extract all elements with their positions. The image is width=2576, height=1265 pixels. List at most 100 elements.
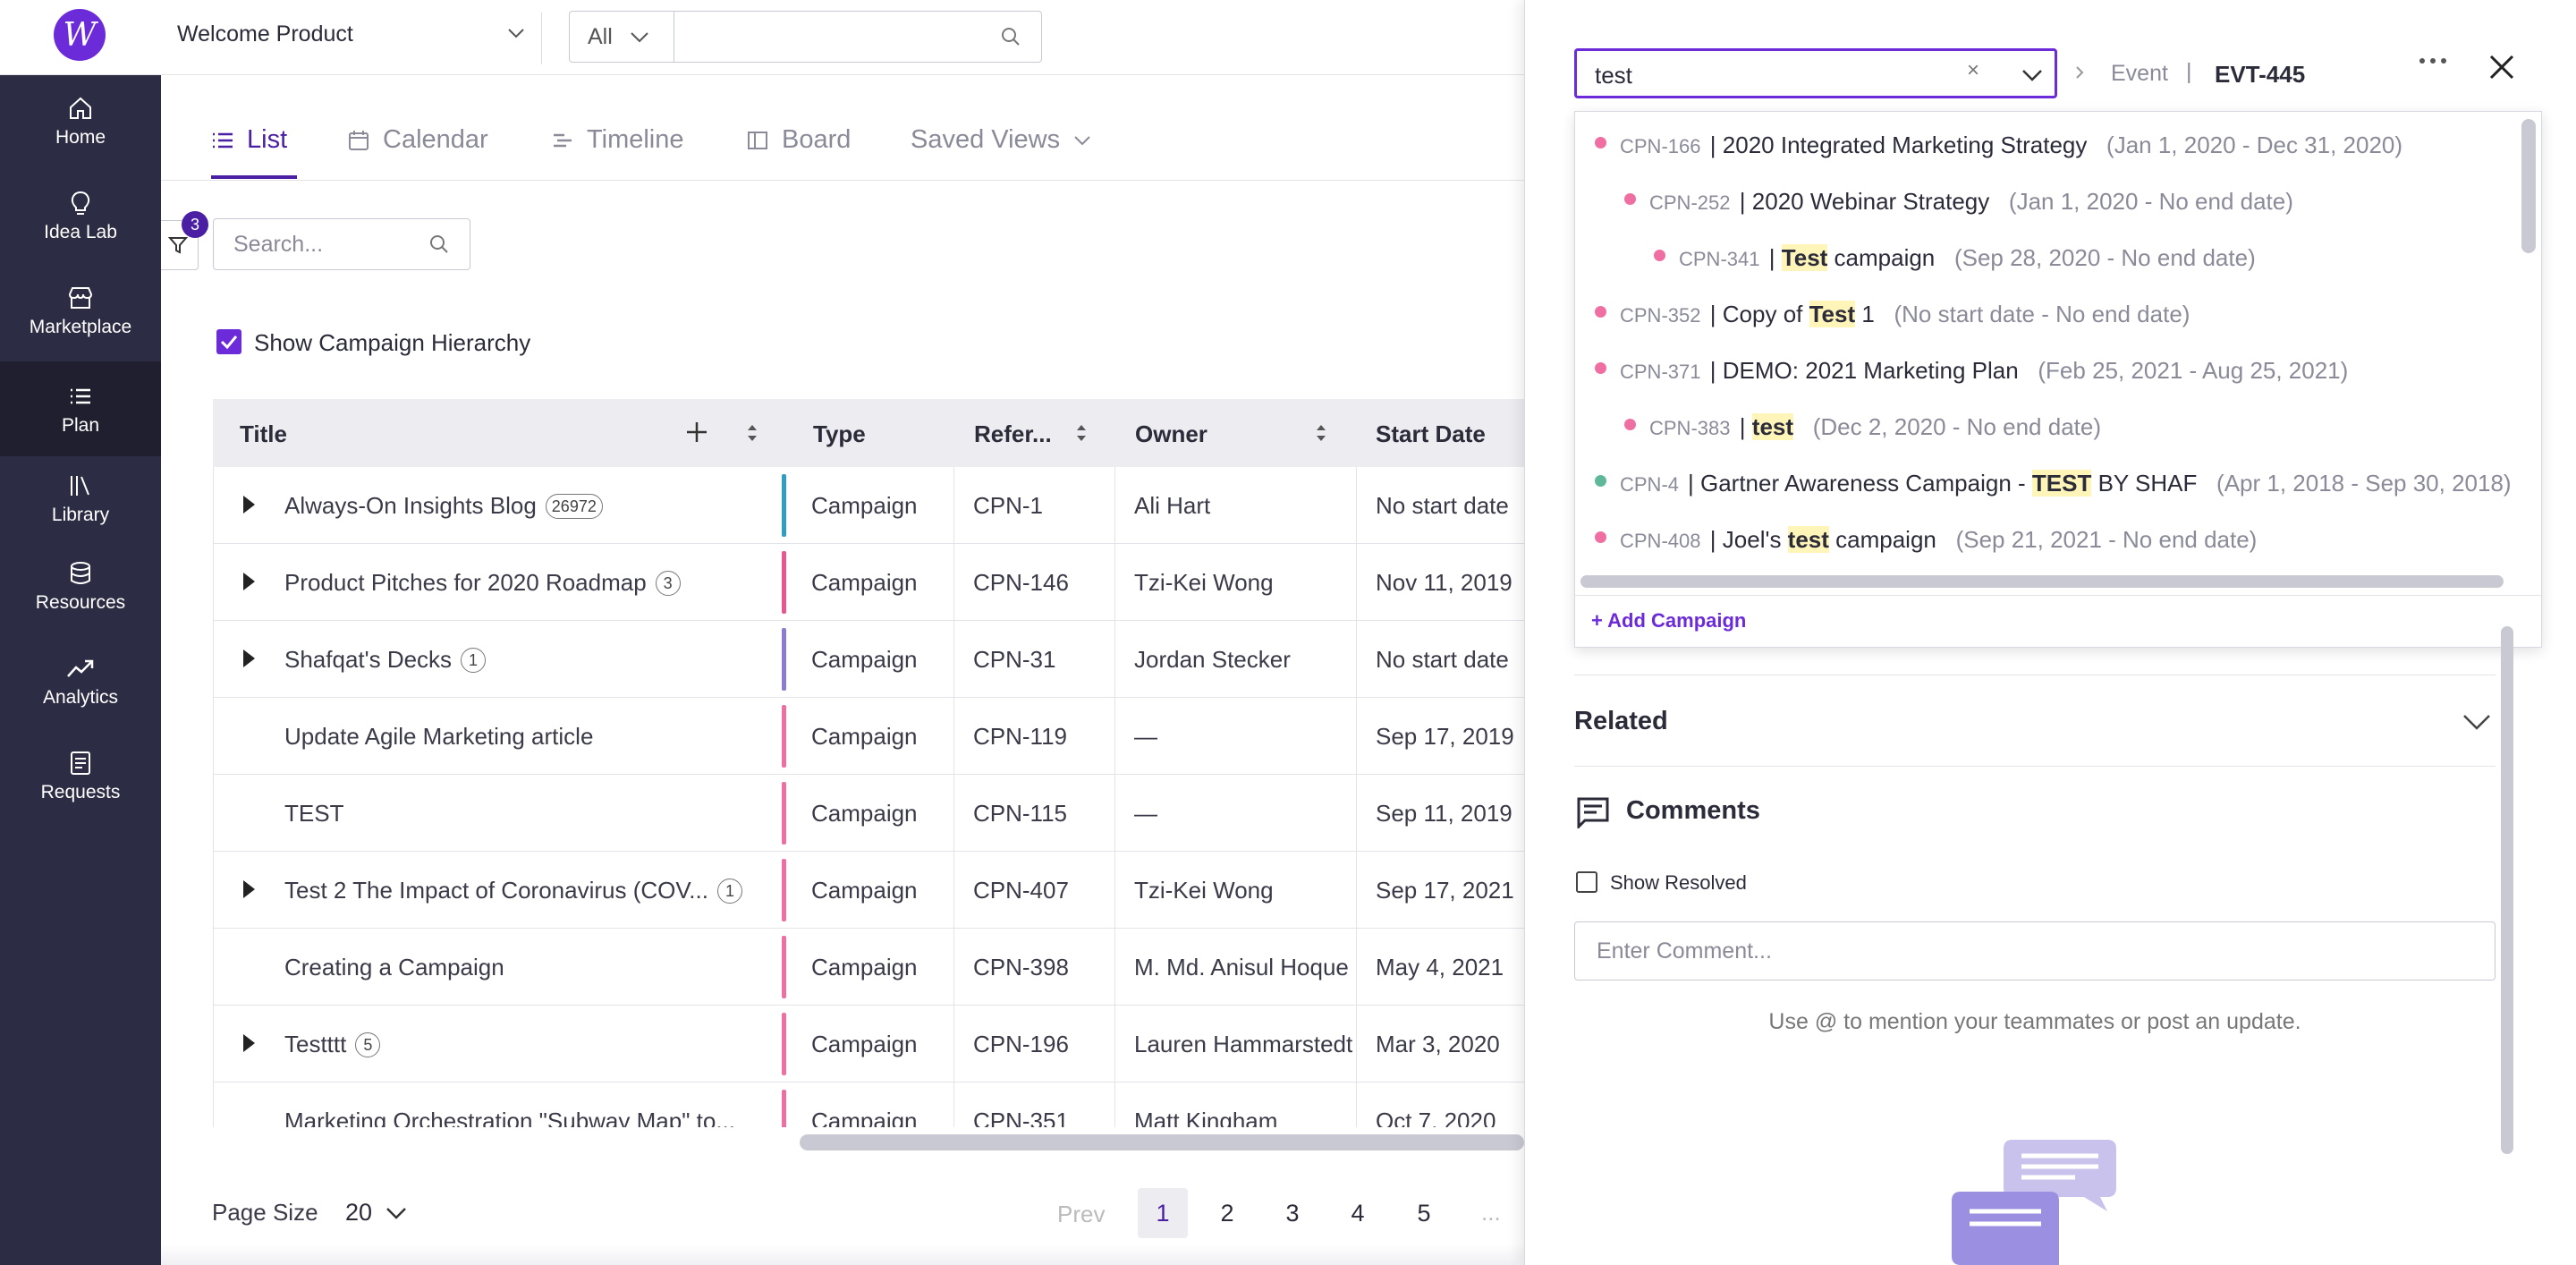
sort-icon[interactable]	[746, 422, 758, 444]
table-row[interactable]: Shafqat's Decks 1 Campaign CPN-31 Jordan Ste…	[213, 621, 1524, 698]
more-icon[interactable]	[2417, 55, 2449, 66]
breadcrumb-type[interactable]: Event	[2111, 61, 2168, 87]
column-reference[interactable]: Refer...	[974, 420, 1052, 448]
table-horizontal-scrollbar[interactable]	[800, 1134, 1524, 1150]
campaign-option[interactable]: CPN-341 | Test campaign (Sep 28, 2020 - N…	[1575, 226, 2514, 282]
campaign-option[interactable]: CPN-166 | 2020 Integrated Marketing Strat…	[1575, 114, 2514, 169]
table-row[interactable]: Always-On Insights Blog 26972 Campaign CPN-…	[213, 467, 1524, 544]
clear-icon[interactable]: ×	[1967, 58, 1979, 83]
chevron-down-icon[interactable]	[2462, 710, 2492, 732]
chevron-down-icon	[1074, 135, 1090, 145]
row-title-text: Shafqat's Decks	[284, 646, 453, 673]
row-title[interactable]: Marketing Orchestration "Subway Map" to.…	[284, 1108, 735, 1127]
table-row[interactable]: Update Agile Marketing article Campaign CP…	[213, 698, 1524, 775]
dropdown-vertical-scrollbar[interactable]	[2521, 119, 2536, 253]
sidebar-item-library[interactable]: Library	[0, 460, 161, 549]
home-icon	[70, 97, 91, 119]
tab-timeline[interactable]: Timeline	[551, 125, 684, 155]
page-button-1[interactable]: 1	[1138, 1188, 1188, 1238]
sidebar-item-analytics[interactable]: Analytics	[0, 642, 161, 732]
campaign-color-dot	[1595, 475, 1606, 487]
tab-saved-views[interactable]: Saved Views	[911, 125, 1092, 155]
comment-field[interactable]	[1574, 921, 2496, 981]
list-search-input[interactable]	[233, 232, 412, 258]
table-row[interactable]: Creating a Campaign Campaign CPN-398 M. Md.…	[213, 929, 1524, 1006]
tab-calendar[interactable]: Calendar	[347, 125, 488, 155]
row-start-date: Nov 11, 2019	[1376, 569, 1513, 596]
campaign-option[interactable]: CPN-4 | Gartner Awareness Campaign - TEST…	[1575, 452, 2514, 507]
campaign-combobox[interactable]: ×	[1574, 48, 2057, 98]
sort-icon[interactable]	[1075, 422, 1088, 444]
sort-icon[interactable]	[1315, 422, 1327, 444]
table-row[interactable]: Marketing Orchestration "Subway Map" to.…	[213, 1082, 1524, 1127]
row-title-text: Product Pitches for 2020 Roadmap	[284, 569, 647, 596]
comment-input[interactable]	[1597, 938, 2402, 964]
campaign-option[interactable]: CPN-408 | Joel's test campaign (Sep 21, 2…	[1575, 508, 2514, 564]
hierarchy-checkbox[interactable]	[216, 329, 242, 354]
row-title[interactable]: Test 2 The Impact of Coronavirus (COV...…	[284, 877, 742, 904]
campaign-name-text: Joel's	[1722, 526, 1788, 553]
prev-page-button[interactable]: Prev	[1057, 1201, 1105, 1228]
campaign-option[interactable]: CPN-352 | Copy of Test 1 (No start date -…	[1575, 283, 2514, 338]
panel-scrollbar[interactable]	[2501, 626, 2513, 1154]
column-start-date[interactable]: Start Date	[1376, 420, 1486, 448]
row-title[interactable]: Creating a Campaign	[284, 954, 504, 981]
global-search-input[interactable]	[674, 11, 1042, 63]
sidebar-item-idea-lab[interactable]: Idea Lab	[0, 177, 161, 267]
chevron-down-icon[interactable]	[506, 23, 526, 43]
table-row[interactable]: Product Pitches for 2020 Roadmap 3 Campaig…	[213, 544, 1524, 621]
add-icon[interactable]	[685, 420, 708, 444]
tab-label: Board	[782, 125, 852, 154]
campaign-option[interactable]: CPN-383 | test (Dec 2, 2020 - No end date…	[1575, 395, 2514, 451]
app-logo[interactable]: W	[54, 9, 106, 61]
sidebar-item-requests[interactable]: Requests	[0, 737, 161, 827]
search-icon[interactable]	[428, 233, 450, 255]
row-title[interactable]: Shafqat's Decks 1	[284, 646, 487, 674]
dropdown-horizontal-scrollbar[interactable]	[1580, 575, 2504, 588]
expand-caret-icon[interactable]	[243, 880, 255, 898]
chevron-down-icon[interactable]	[385, 1202, 408, 1224]
column-owner[interactable]: Owner	[1135, 420, 1208, 448]
row-title[interactable]: Always-On Insights Blog 26972	[284, 492, 603, 520]
row-owner: Matt Kingham	[1134, 1108, 1278, 1127]
page-button-5[interactable]: 5	[1399, 1188, 1449, 1238]
page-size-select[interactable]: 20	[345, 1199, 372, 1227]
close-icon[interactable]	[2488, 54, 2515, 81]
chevron-right-icon	[2076, 66, 2084, 79]
row-title[interactable]: TEST	[284, 800, 343, 828]
tab-list[interactable]: List	[211, 125, 287, 155]
campaign-option[interactable]: CPN-252 | 2020 Webinar Strategy (Jan 1, 2…	[1575, 170, 2514, 225]
table-row[interactable]: TEST Campaign CPN-115 — Sep 11, 2019	[213, 775, 1524, 852]
sidebar-item-plan[interactable]: Plan	[0, 361, 161, 456]
search-icon[interactable]	[1000, 26, 1021, 47]
sidebar-item-marketplace[interactable]: Marketplace	[0, 272, 161, 361]
row-title[interactable]: Update Agile Marketing article	[284, 723, 593, 751]
show-resolved-checkbox[interactable]	[1576, 871, 1597, 893]
column-type[interactable]: Type	[813, 420, 866, 448]
tab-board[interactable]: Board	[746, 125, 851, 155]
table-row[interactable]: Testttt 5 Campaign CPN-196 Lauren Hammarsted…	[213, 1006, 1524, 1082]
expand-caret-icon[interactable]	[243, 573, 255, 590]
chevron-down-icon[interactable]	[2021, 65, 2044, 85]
expand-caret-icon[interactable]	[243, 649, 255, 667]
column-title[interactable]: Title	[240, 420, 287, 448]
page-button-4[interactable]: 4	[1333, 1188, 1383, 1238]
expand-caret-icon[interactable]	[243, 1034, 255, 1052]
related-section-title[interactable]: Related	[1574, 707, 1668, 736]
top-bar: W Welcome Product All	[0, 0, 1524, 75]
search-scope-select[interactable]: All	[569, 11, 674, 63]
add-campaign-link[interactable]: + Add Campaign	[1591, 609, 1746, 632]
row-title[interactable]: Testttt 5	[284, 1031, 381, 1058]
sidebar-item-home[interactable]: Home	[0, 82, 161, 172]
page-button-3[interactable]: 3	[1267, 1188, 1318, 1238]
page-button-2[interactable]: 2	[1202, 1188, 1252, 1238]
campaign-search-input[interactable]	[1595, 62, 1935, 89]
row-title[interactable]: Product Pitches for 2020 Roadmap 3	[284, 569, 681, 597]
row-start-date: Mar 3, 2020	[1376, 1031, 1500, 1057]
list-search[interactable]	[213, 218, 470, 270]
workspace-selector[interactable]: Welcome Product	[177, 21, 353, 47]
sidebar-item-resources[interactable]: Resources	[0, 548, 161, 637]
campaign-option[interactable]: CPN-371 | DEMO: 2021 Marketing Plan (Feb …	[1575, 339, 2514, 395]
table-row[interactable]: Test 2 The Impact of Coronavirus (COV...…	[213, 852, 1524, 929]
expand-caret-icon[interactable]	[243, 496, 255, 514]
